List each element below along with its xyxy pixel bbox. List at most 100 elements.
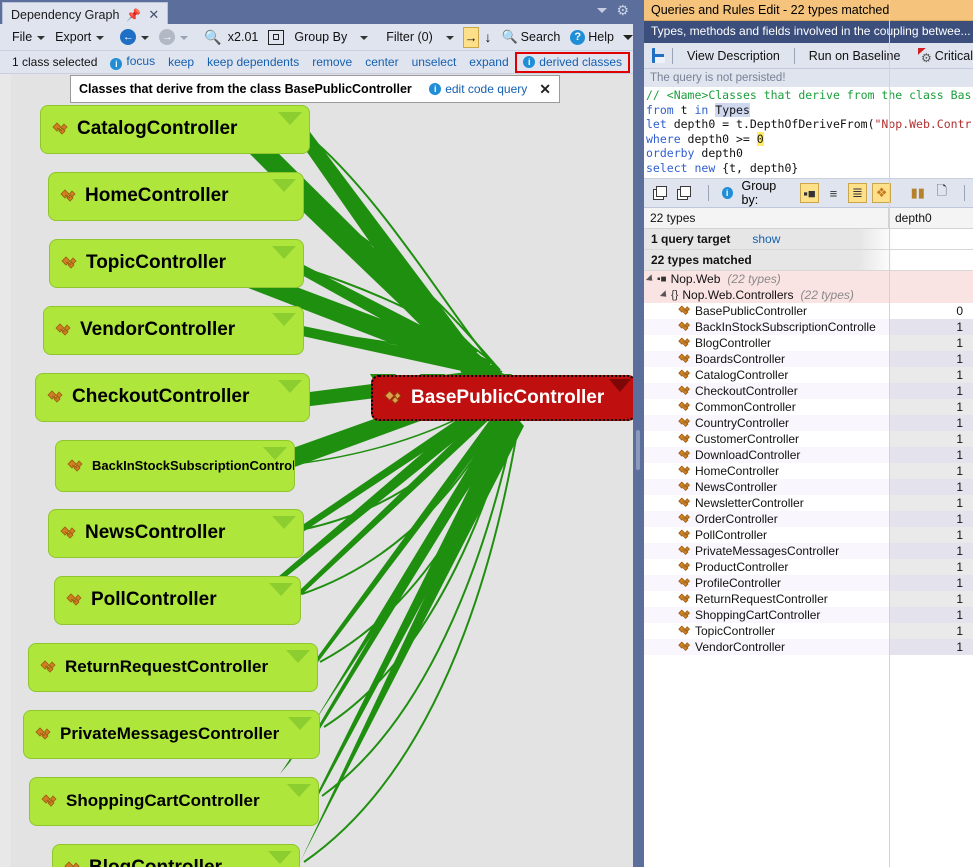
graph-node[interactable]: BackInStockSubscriptionController xyxy=(55,440,295,492)
graph-node[interactable]: VendorController xyxy=(43,306,304,355)
collapse-triangle-icon[interactable] xyxy=(645,274,656,284)
info-icon[interactable]: i xyxy=(721,187,733,199)
action-center[interactable]: center xyxy=(365,55,398,69)
run-on-baseline-button[interactable]: Run on Baseline xyxy=(803,49,907,63)
filter-menu[interactable]: Filter (0) xyxy=(381,28,459,46)
tree-row-type[interactable]: CustomerController 1 xyxy=(644,431,973,447)
expand-triangle-icon[interactable] xyxy=(269,583,293,596)
action-remove[interactable]: remove xyxy=(312,55,352,69)
toolbar-overflow-icon[interactable] xyxy=(623,34,633,40)
tree-row-type[interactable]: CatalogController 1 xyxy=(644,367,973,383)
column-header-depth[interactable]: depth0 xyxy=(889,208,973,229)
expand-triangle-icon[interactable] xyxy=(272,179,296,192)
graph-node[interactable]: ReturnRequestController xyxy=(28,643,318,692)
tree-row-type[interactable]: NewsletterController 1 xyxy=(644,495,973,511)
tree-row-type[interactable]: ReturnRequestController 1 xyxy=(644,591,973,607)
menu-file[interactable]: File xyxy=(7,28,50,46)
column-divider[interactable] xyxy=(889,0,890,867)
graph-node[interactable]: CheckoutController xyxy=(35,373,310,422)
action-expand[interactable]: expand xyxy=(469,55,508,69)
expand-triangle-icon[interactable] xyxy=(278,112,302,125)
expand-triangle-icon[interactable] xyxy=(609,379,631,392)
namespace-tree-icon[interactable]: ≡ xyxy=(824,183,843,203)
tree-row-type[interactable]: CommonController 1 xyxy=(644,399,973,415)
right-arrow-icon[interactable]: → xyxy=(462,26,480,48)
tree-row-type[interactable]: ProductController 1 xyxy=(644,559,973,575)
action-focus[interactable]: i focus xyxy=(110,54,155,70)
tree-row-type[interactable]: OrderController 1 xyxy=(644,511,973,527)
expand-all-icon[interactable] xyxy=(652,183,671,203)
tree-row-assembly[interactable]: ▪■ Nop.Web (22 types) xyxy=(644,271,973,287)
tree-row-type[interactable]: PrivateMessagesController 1 xyxy=(644,543,973,559)
view-description-button[interactable]: View Description xyxy=(681,49,786,63)
query-code-editor[interactable]: // <Name>Classes that derive from the cl… xyxy=(644,87,973,179)
results-tree[interactable]: ▪■ Nop.Web (22 types){} Nop.Web.Controllers… xyxy=(644,271,973,655)
panel-splitter[interactable] xyxy=(633,0,644,867)
tab-dependency-graph[interactable]: Dependency Graph 📌 ✕ xyxy=(2,2,169,24)
tree-row-type[interactable]: BoardsController 1 xyxy=(644,351,973,367)
graph-canvas[interactable]: Classes that derive from the class BaseP… xyxy=(0,74,633,867)
critical-label[interactable]: Critical xyxy=(935,49,973,63)
tree-row-type[interactable]: CheckoutController 1 xyxy=(644,383,973,399)
column-header-name[interactable]: 22 types xyxy=(644,207,889,229)
expand-triangle-icon[interactable] xyxy=(272,313,296,326)
expand-triangle-icon[interactable] xyxy=(278,380,302,393)
list-group-icon[interactable]: ≣ xyxy=(847,183,868,203)
graph-node[interactable]: PrivateMessagesController xyxy=(23,710,320,759)
zoom-control[interactable]: 🔍 x2.01 xyxy=(199,27,263,48)
gear-icon[interactable]: ⚙ xyxy=(616,3,629,17)
tree-row-type[interactable]: NewsController 1 xyxy=(644,479,973,495)
action-derived-classes[interactable]: i derived classes xyxy=(515,52,630,73)
close-icon[interactable]: ✕ xyxy=(539,81,551,98)
folder-icon[interactable]: ▮▮ xyxy=(908,183,927,203)
expand-triangle-icon[interactable] xyxy=(286,650,310,663)
expand-triangle-icon[interactable] xyxy=(288,717,312,730)
collapse-all-icon[interactable] xyxy=(676,183,695,203)
tree-row-type[interactable]: ProfileController 1 xyxy=(644,575,973,591)
tree-row-type[interactable]: BlogController 1 xyxy=(644,335,973,351)
edit-code-query-link[interactable]: edit code query xyxy=(445,82,527,96)
show-link[interactable]: show xyxy=(752,232,780,246)
action-unselect[interactable]: unselect xyxy=(412,55,457,69)
save-icon[interactable] xyxy=(652,48,665,63)
graph-node[interactable]: BlogController xyxy=(52,844,300,867)
nav-back-button[interactable]: ← xyxy=(115,27,154,47)
tree-row-namespace[interactable]: {} Nop.Web.Controllers (22 types) xyxy=(644,287,973,303)
expand-triangle-icon[interactable] xyxy=(287,784,311,797)
tree-row-type[interactable]: TopicController 1 xyxy=(644,623,973,639)
graph-node[interactable]: ShoppingCartController xyxy=(29,777,319,826)
tree-row-type[interactable]: HomeController 1 xyxy=(644,463,973,479)
tree-row-type[interactable]: ShoppingCartController 1 xyxy=(644,607,973,623)
splitter-grip[interactable] xyxy=(636,430,640,470)
graph-node[interactable]: HomeController xyxy=(48,172,304,221)
fit-to-window-button[interactable] xyxy=(263,28,289,47)
graph-node[interactable]: PollController xyxy=(54,576,301,625)
section-query-target[interactable]: 1 query target show xyxy=(644,229,973,250)
file-icon[interactable]: 🗋 xyxy=(932,183,951,203)
chevron-down-icon[interactable] xyxy=(597,7,608,13)
tree-row-type[interactable]: BackInStockSubscriptionControlle 1 xyxy=(644,319,973,335)
expand-triangle-icon[interactable] xyxy=(263,447,287,460)
tree-row-type[interactable]: PollController 1 xyxy=(644,527,973,543)
pin-icon[interactable]: 📌 xyxy=(126,8,141,22)
tree-row-type[interactable]: DownloadController 1 xyxy=(644,447,973,463)
assembly-group-icon[interactable]: ▪■ xyxy=(799,183,820,203)
tree-row-type[interactable]: BasePublicController 0 xyxy=(644,303,973,319)
expand-triangle-icon[interactable] xyxy=(272,516,296,529)
down-arrow-icon[interactable]: ↓ xyxy=(479,29,496,45)
graph-node[interactable]: NewsController xyxy=(48,509,304,558)
menu-export[interactable]: Export xyxy=(50,28,109,46)
graph-node[interactable]: CatalogController xyxy=(40,105,310,154)
action-keep[interactable]: keep xyxy=(168,55,194,69)
collapse-triangle-icon[interactable] xyxy=(659,290,670,300)
expand-triangle-icon[interactable] xyxy=(268,851,292,864)
group-by-menu[interactable]: Group By xyxy=(289,28,373,46)
graph-node[interactable]: TopicController xyxy=(49,239,304,288)
graph-node-selected[interactable]: BasePublicController xyxy=(371,375,633,421)
tree-row-type[interactable]: VendorController 1 xyxy=(644,639,973,655)
nav-forward-button[interactable]: → xyxy=(154,27,193,47)
expand-triangle-icon[interactable] xyxy=(272,246,296,259)
tree-row-type[interactable]: CountryController 1 xyxy=(644,415,973,431)
search-button[interactable]: 🔍 Search xyxy=(496,27,565,47)
close-icon[interactable]: ✕ xyxy=(148,7,159,23)
